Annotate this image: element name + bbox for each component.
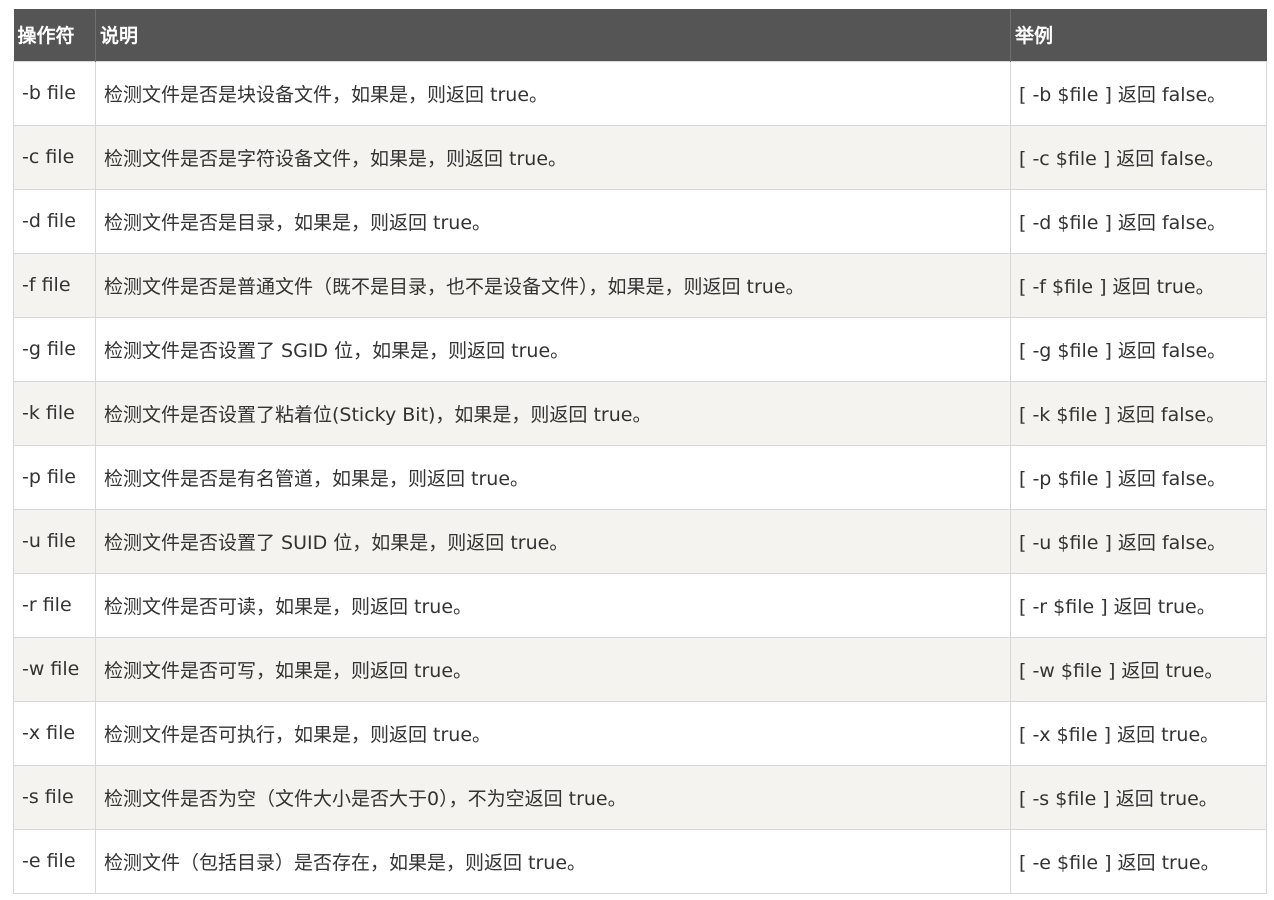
example-cell: [ -u $file ] 返回 false。 (1010, 508, 1267, 574)
operator-cell: -w file (13, 636, 96, 702)
table-row: -c file 检测文件是否是字符设备文件，如果是，则返回 true。[ -c $… (13, 124, 1267, 190)
description-cell: 检测文件是否可写，如果是，则返回 true。 (95, 636, 1011, 702)
operator-cell: -b file (13, 60, 96, 126)
description-cell: 检测文件是否是目录，如果是，则返回 true。 (95, 188, 1011, 254)
table-row: -w file 检测文件是否可写，如果是，则返回 true。[ -w $file … (13, 636, 1267, 702)
description-cell: 检测文件是否是字符设备文件，如果是，则返回 true。 (95, 124, 1011, 190)
table-row: -f file 检测文件是否是普通文件（既不是目录，也不是设备文件），如果是，则返… (13, 252, 1267, 318)
operator-cell: -r file (13, 572, 96, 638)
description-cell: 检测文件是否为空（文件大小是否大于0），不为空返回 true。 (95, 764, 1011, 830)
example-cell: [ -x $file ] 返回 true。 (1010, 700, 1267, 766)
table-row: -g file 检测文件是否设置了 SGID 位，如果是，则返回 true。[ -… (13, 316, 1267, 382)
description-cell: 检测文件是否设置了 SUID 位，如果是，则返回 true。 (95, 508, 1011, 574)
description-cell: 检测文件是否可读，如果是，则返回 true。 (95, 572, 1011, 638)
file-test-operators-table: 操作符 说明 举例 -b file 检测文件是否是块设备文件，如果是，则返回 tr… (13, 9, 1267, 894)
example-cell: [ -g $file ] 返回 false。 (1010, 316, 1267, 382)
description-cell: 检测文件（包括目录）是否存在，如果是，则返回 true。 (95, 828, 1011, 894)
description-cell: 检测文件是否可执行，如果是，则返回 true。 (95, 700, 1011, 766)
description-cell: 检测文件是否是块设备文件，如果是，则返回 true。 (95, 60, 1011, 126)
operator-cell: -d file (13, 188, 96, 254)
example-cell: [ -c $file ] 返回 false。 (1010, 124, 1267, 190)
description-cell: 检测文件是否设置了 SGID 位，如果是，则返回 true。 (95, 316, 1011, 382)
header-operator: 操作符 (13, 9, 96, 61)
header-example: 举例 (1015, 25, 1054, 48)
operator-cell: -s file (13, 764, 96, 830)
example-cell: [ -w $file ] 返回 true。 (1010, 636, 1267, 702)
example-cell: [ -d $file ] 返回 false。 (1010, 188, 1267, 254)
table-row: -r file 检测文件是否可读，如果是，则返回 true。[ -r $file … (13, 572, 1267, 638)
example-cell: [ -s $file ] 返回 true。 (1010, 764, 1267, 830)
table-row: -u file 检测文件是否设置了 SUID 位，如果是，则返回 true。[ -… (13, 508, 1267, 574)
example-cell: [ -e $file ] 返回 true。 (1010, 828, 1267, 894)
table-row: -b file 检测文件是否是块设备文件，如果是，则返回 true。[ -b $f… (13, 60, 1267, 126)
table-body: -b file 检测文件是否是块设备文件，如果是，则返回 true。[ -b $f… (13, 60, 1267, 894)
operator-cell: -p file (13, 444, 96, 510)
operator-cell: -u file (13, 508, 96, 574)
operator-cell: -g file (13, 316, 96, 382)
example-cell: [ -b $file ] 返回 false。 (1010, 60, 1267, 126)
operator-cell: -e file (13, 828, 96, 894)
table-row: -d file 检测文件是否是目录，如果是，则返回 true。[ -d $file… (13, 188, 1267, 254)
example-cell: [ -f $file ] 返回 true。 (1010, 252, 1267, 318)
header-row: 操作符 说明 举例 (13, 9, 1267, 61)
table-header: 操作符 说明 举例 (13, 9, 1267, 61)
operator-cell: -x file (13, 700, 96, 766)
example-cell: [ -p $file ] 返回 false。 (1010, 444, 1267, 510)
description-cell: 检测文件是否是有名管道，如果是，则返回 true。 (95, 444, 1011, 510)
example-cell: [ -r $file ] 返回 true。 (1010, 572, 1267, 638)
description-cell: 检测文件是否是普通文件（既不是目录，也不是设备文件），如果是，则返回 true。 (95, 252, 1011, 318)
table-row: -s file 检测文件是否为空（文件大小是否大于0），不为空返回 true。[ … (13, 764, 1267, 830)
operator-cell: -c file (13, 124, 96, 190)
operator-cell: -k file (13, 380, 96, 446)
table-row: -p file 检测文件是否是有名管道，如果是，则返回 true。[ -p $fi… (13, 444, 1267, 510)
header-description: 说明 (95, 9, 1011, 61)
table-row: -e file 检测文件（包括目录）是否存在，如果是，则返回 true。[ -e … (13, 828, 1267, 894)
description-cell: 检测文件是否设置了粘着位(Sticky Bit)，如果是，则返回 true。 (95, 380, 1011, 446)
example-cell: [ -k $file ] 返回 false。 (1010, 380, 1267, 446)
operator-cell: -f file (13, 252, 96, 318)
table-row: -x file 检测文件是否可执行，如果是，则返回 true。[ -x $file… (13, 700, 1267, 766)
table-row: -k file 检测文件是否设置了粘着位(Sticky Bit)，如果是，则返回 … (13, 380, 1267, 446)
